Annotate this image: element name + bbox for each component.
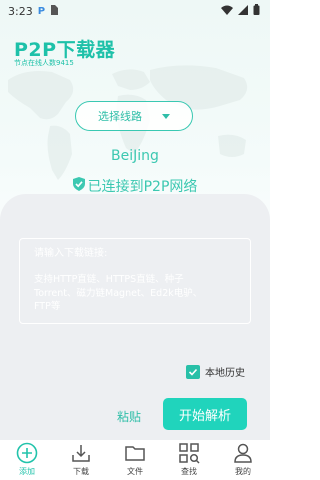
caret-down-icon [162, 113, 170, 119]
add-icon [16, 442, 38, 464]
checkbox-checked-icon[interactable] [186, 364, 200, 379]
signal-icon [238, 4, 248, 18]
link-input[interactable]: 请输入下载链接: 支持HTTP直链、HTTPS直链、种子 Torrent、磁力链… [19, 238, 251, 324]
local-history-toggle[interactable]: 本地历史 [186, 364, 245, 379]
paste-button[interactable]: 粘贴 [108, 406, 150, 426]
folder-icon [124, 442, 146, 464]
wifi-icon [221, 5, 233, 18]
node-count: 节点在线人数9415 [14, 59, 74, 67]
download-icon [70, 442, 92, 464]
route-select-label: 选择线路 [98, 110, 142, 123]
connection-status: 已连接到P2P网络 [0, 176, 270, 196]
input-sheet: 请输入下载链接: 支持HTTP直链、HTTPS直链、种子 Torrent、磁力链… [0, 194, 270, 440]
nav-item-add[interactable]: 添加 [2, 442, 52, 477]
link-input-placeholder: 支持HTTP直链、HTTPS直链、种子 Torrent、磁力链Magnet、Ed… [34, 274, 203, 312]
nav-label: 文件 [127, 467, 143, 476]
grid-search-icon [178, 442, 200, 464]
local-history-label: 本地历史 [205, 368, 245, 379]
nav-item-profile[interactable]: 我的 [218, 442, 268, 477]
app-notification-icon: P [37, 5, 46, 17]
nav-item-files[interactable]: 文件 [110, 442, 160, 477]
route-select[interactable]: 选择线路 [75, 101, 193, 131]
connection-status-text: 已连接到P2P网络 [87, 179, 198, 195]
shield-check-icon [72, 177, 85, 195]
profile-icon [232, 442, 254, 464]
start-parse-button[interactable]: 开始解析 [163, 398, 247, 430]
status-time: 3:23 [8, 4, 33, 18]
status-bar: 3:23 P [0, 0, 270, 22]
nav-label: 我的 [235, 467, 251, 476]
sim-card-icon [50, 4, 59, 18]
nav-item-download[interactable]: 下载 [56, 442, 106, 477]
battery-icon [253, 4, 260, 18]
link-input-label: 请输入下载链接: [34, 248, 108, 259]
bottom-nav: 添加 下载 文件 查找 我的 [0, 440, 270, 480]
nav-label: 添加 [19, 467, 35, 476]
nav-label: 下载 [73, 467, 89, 476]
nav-item-search[interactable]: 查找 [164, 442, 214, 477]
nav-label: 查找 [181, 467, 197, 476]
connected-city: BeiJing [111, 148, 159, 164]
